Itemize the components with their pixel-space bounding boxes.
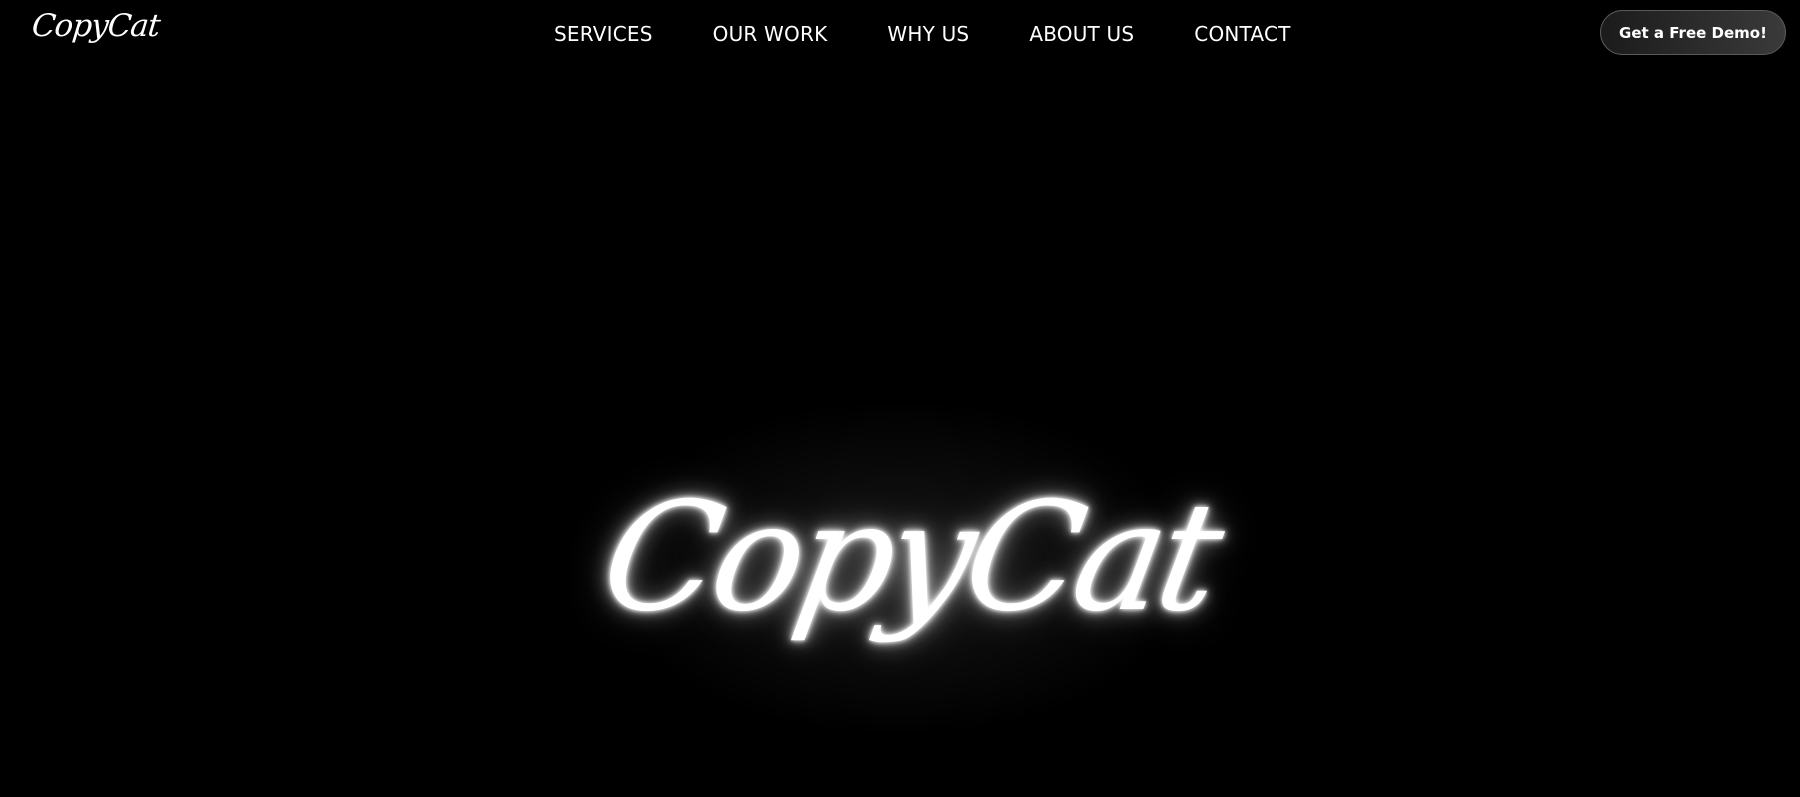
brand-logo[interactable]: CopyCat <box>30 8 161 44</box>
nav-link-contact[interactable]: CONTACT <box>1194 22 1290 46</box>
get-free-demo-button[interactable]: Get a Free Demo! <box>1600 10 1786 55</box>
nav-link-our-work[interactable]: OUR WORK <box>713 22 828 46</box>
main-nav: SERVICES OUR WORK WHY US ABOUT US CONTAC… <box>554 18 1291 50</box>
top-navbar: CopyCat SERVICES OUR WORK WHY US ABOUT U… <box>0 0 1800 68</box>
nav-link-why-us[interactable]: WHY US <box>887 22 969 46</box>
hero-section: CopyCat <box>0 68 1800 797</box>
hero-logo-text: CopyCat <box>590 471 1230 645</box>
nav-link-services[interactable]: SERVICES <box>554 22 653 46</box>
nav-link-about-us[interactable]: ABOUT US <box>1029 22 1134 46</box>
